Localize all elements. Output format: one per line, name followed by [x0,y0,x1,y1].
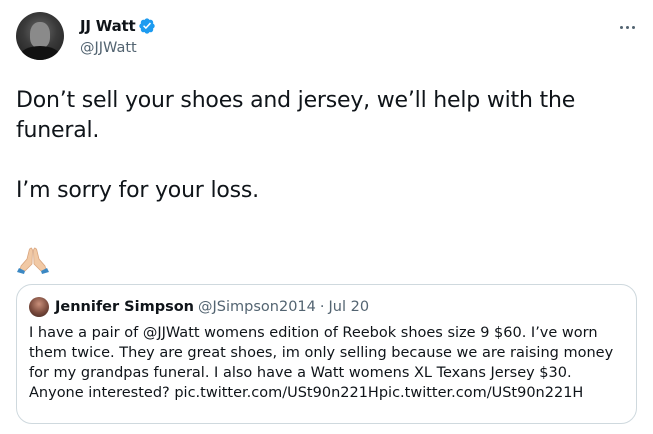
author-display-name[interactable]: JJ Watt [80,17,136,35]
author-name-row: JJ Watt [80,16,156,36]
quoted-author-name: Jennifer Simpson [55,299,195,315]
verified-badge-icon [139,18,156,34]
more-dot [631,25,635,29]
quoted-tweet-date: Jul 20 [328,299,370,315]
more-dot [625,25,629,29]
more-options-icon[interactable] [614,14,640,40]
tweet: JJ Watt @JJWatt Don’t sell your shoes an… [0,0,653,434]
folded-hands-icon [17,247,49,274]
more-dot [619,25,623,29]
quoted-tweet-header: Jennifer Simpson @JSimpson2014 · Jul 20 [29,297,369,317]
tweet-text: Don’t sell your shoes and jersey, we’ll … [16,88,576,203]
quoted-author-handle: @JSimpson2014 [198,299,316,315]
avatar-face [30,22,50,48]
author-avatar[interactable] [16,12,64,60]
avatar-shirt [20,46,60,60]
quoted-tweet-text: I have a pair of @JJWatt womens edition … [29,325,614,401]
quoted-tweet-card[interactable]: Jennifer Simpson @JSimpson2014 · Jul 20 … [16,284,637,424]
quoted-author-avatar [29,297,49,317]
author-handle[interactable]: @JJWatt [80,40,137,56]
quoted-separator: · [319,299,325,315]
